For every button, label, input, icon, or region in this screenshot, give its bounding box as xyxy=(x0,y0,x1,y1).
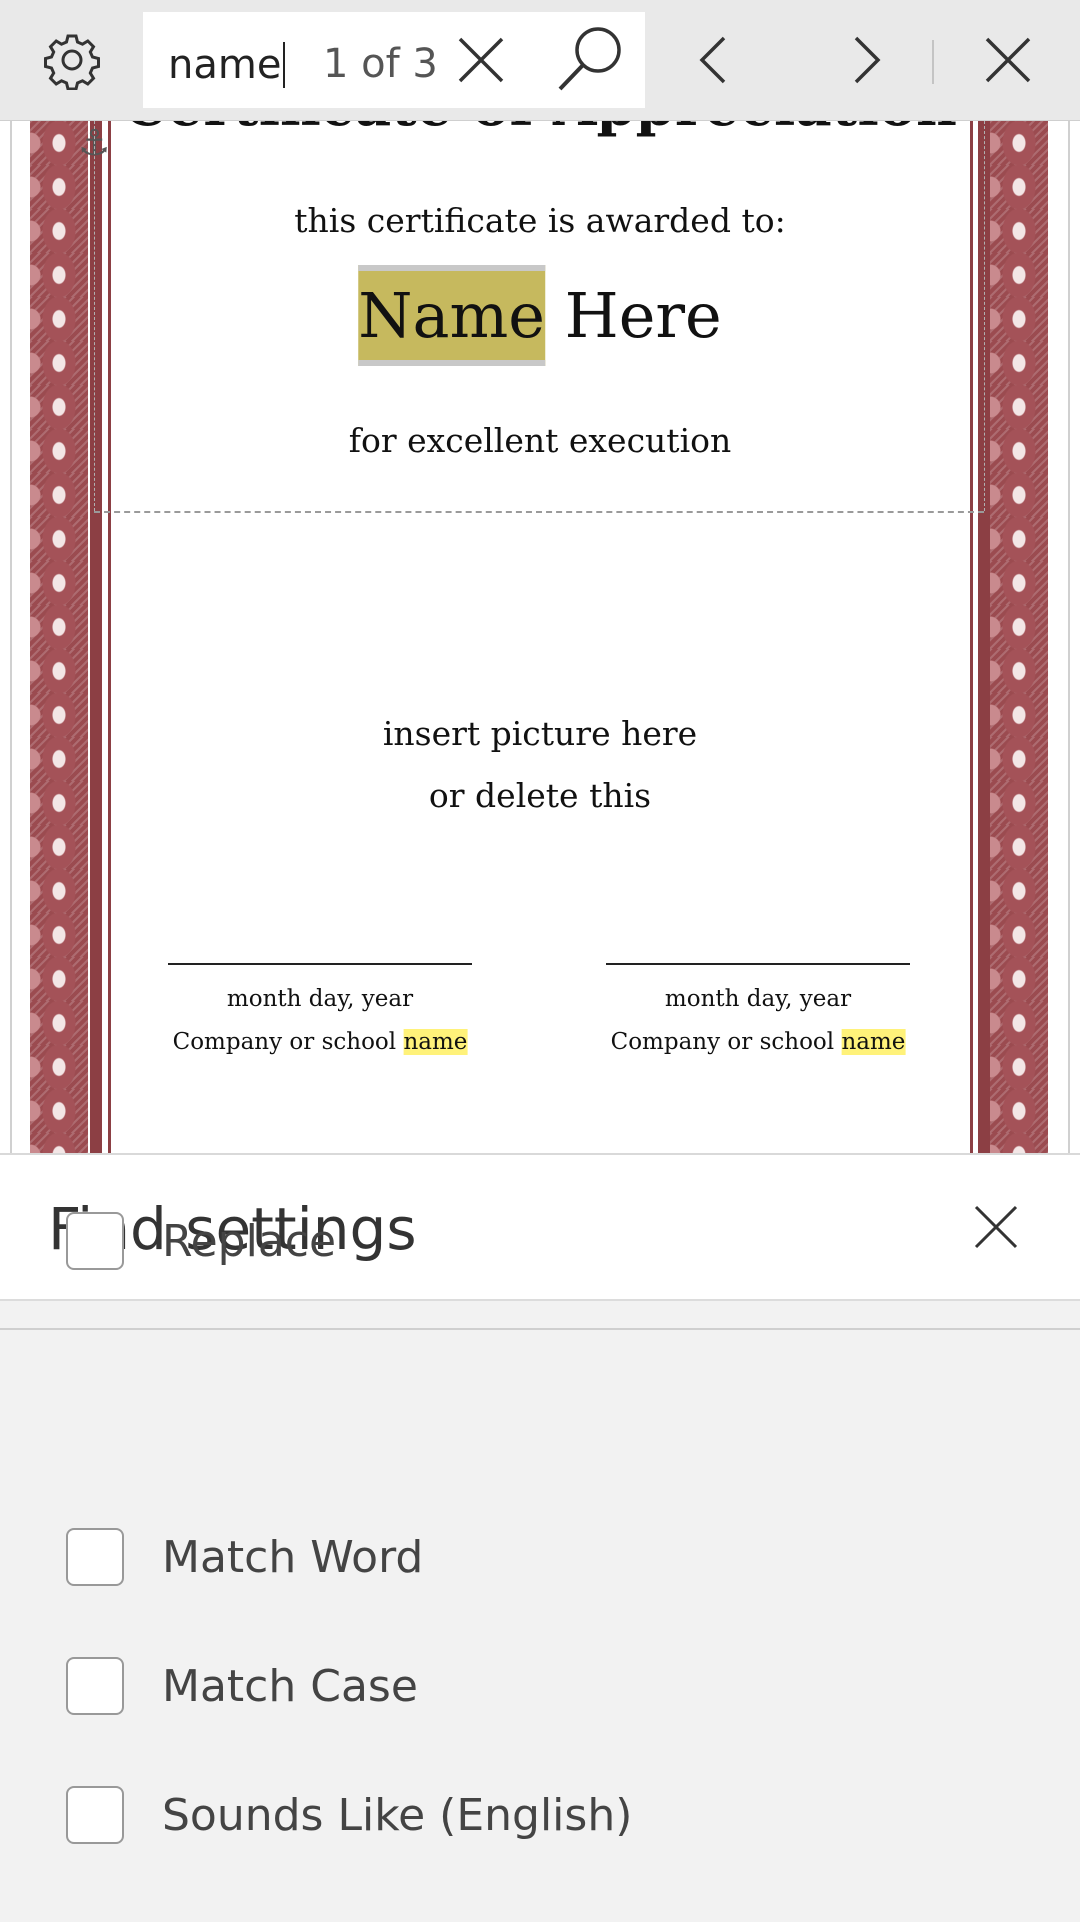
signature-company: Company or school name xyxy=(611,1029,906,1055)
signature-company: Company or school name xyxy=(173,1029,468,1055)
close-find-button[interactable] xyxy=(970,22,1046,98)
signature-date: month day, year xyxy=(226,986,414,1012)
company-label: Company or school xyxy=(610,1029,842,1055)
border-rule xyxy=(90,121,102,1153)
search-input-value[interactable]: name xyxy=(168,42,281,88)
certificate-title: Certificate of Appreciation xyxy=(123,121,957,139)
picture-placeholder-line2: or delete this xyxy=(428,776,652,815)
page-edge xyxy=(1068,121,1070,1153)
awarded-line: this certificate is awarded to: xyxy=(294,201,786,240)
option-match-word[interactable]: Match Word xyxy=(0,1498,1080,1618)
border-rule xyxy=(970,121,973,1153)
sounds-like-checkbox[interactable] xyxy=(66,1786,124,1844)
signature-line xyxy=(606,963,910,965)
clear-search-button[interactable] xyxy=(443,22,519,98)
text-caret xyxy=(283,42,286,88)
match-counter: 1 of 3 xyxy=(323,41,438,87)
company-label: Company or school xyxy=(172,1029,404,1055)
decorative-border-left xyxy=(30,121,88,1153)
decorative-border-right xyxy=(990,121,1048,1153)
chevron-right-icon xyxy=(854,36,881,84)
text-frame-edge xyxy=(94,511,984,513)
excellence-line: for excellent execution xyxy=(348,421,732,460)
signature-date: month day, year xyxy=(664,986,852,1012)
close-icon xyxy=(458,37,504,83)
previous-result-button[interactable] xyxy=(676,22,752,98)
signature-line xyxy=(168,963,472,965)
toolbar-divider xyxy=(932,40,934,84)
recipient-name-rest: Here xyxy=(544,279,722,352)
text-frame-edge xyxy=(94,121,95,511)
find-bar: name 1 of 3 xyxy=(0,0,1080,121)
next-result-button[interactable] xyxy=(828,22,904,98)
gear-icon[interactable] xyxy=(34,22,110,98)
current-match-highlight: Name xyxy=(358,265,545,366)
close-icon xyxy=(985,37,1031,83)
match-word-checkbox[interactable] xyxy=(66,1528,124,1586)
match-highlight: name xyxy=(403,1029,468,1055)
option-label: Replace xyxy=(162,1216,337,1267)
chevron-left-icon xyxy=(699,36,726,84)
border-rule xyxy=(108,121,111,1153)
option-match-case[interactable]: Match Case xyxy=(0,1627,1080,1747)
search-button[interactable] xyxy=(553,20,629,96)
document-canvas[interactable]: ⚓ Certificate of Appreciation this certi… xyxy=(0,121,1080,1153)
option-sounds-like[interactable]: Sounds Like (English) xyxy=(0,1756,1080,1876)
search-icon xyxy=(558,27,621,91)
text-frame-edge xyxy=(984,121,985,511)
option-label: Sounds Like (English) xyxy=(162,1790,633,1841)
option-label: Match Case xyxy=(162,1661,418,1712)
match-highlight: name xyxy=(841,1029,906,1055)
option-label: Match Word xyxy=(162,1532,424,1583)
option-replace[interactable]: Replace xyxy=(0,1156,1080,1330)
search-box[interactable]: name 1 of 3 xyxy=(143,12,645,108)
recipient-name: Name Here xyxy=(358,265,722,366)
match-case-checkbox[interactable] xyxy=(66,1657,124,1715)
page-edge xyxy=(10,121,12,1153)
search-input[interactable]: name xyxy=(168,42,286,90)
picture-placeholder-line1: insert picture here xyxy=(382,714,698,753)
replace-checkbox[interactable] xyxy=(66,1212,124,1270)
